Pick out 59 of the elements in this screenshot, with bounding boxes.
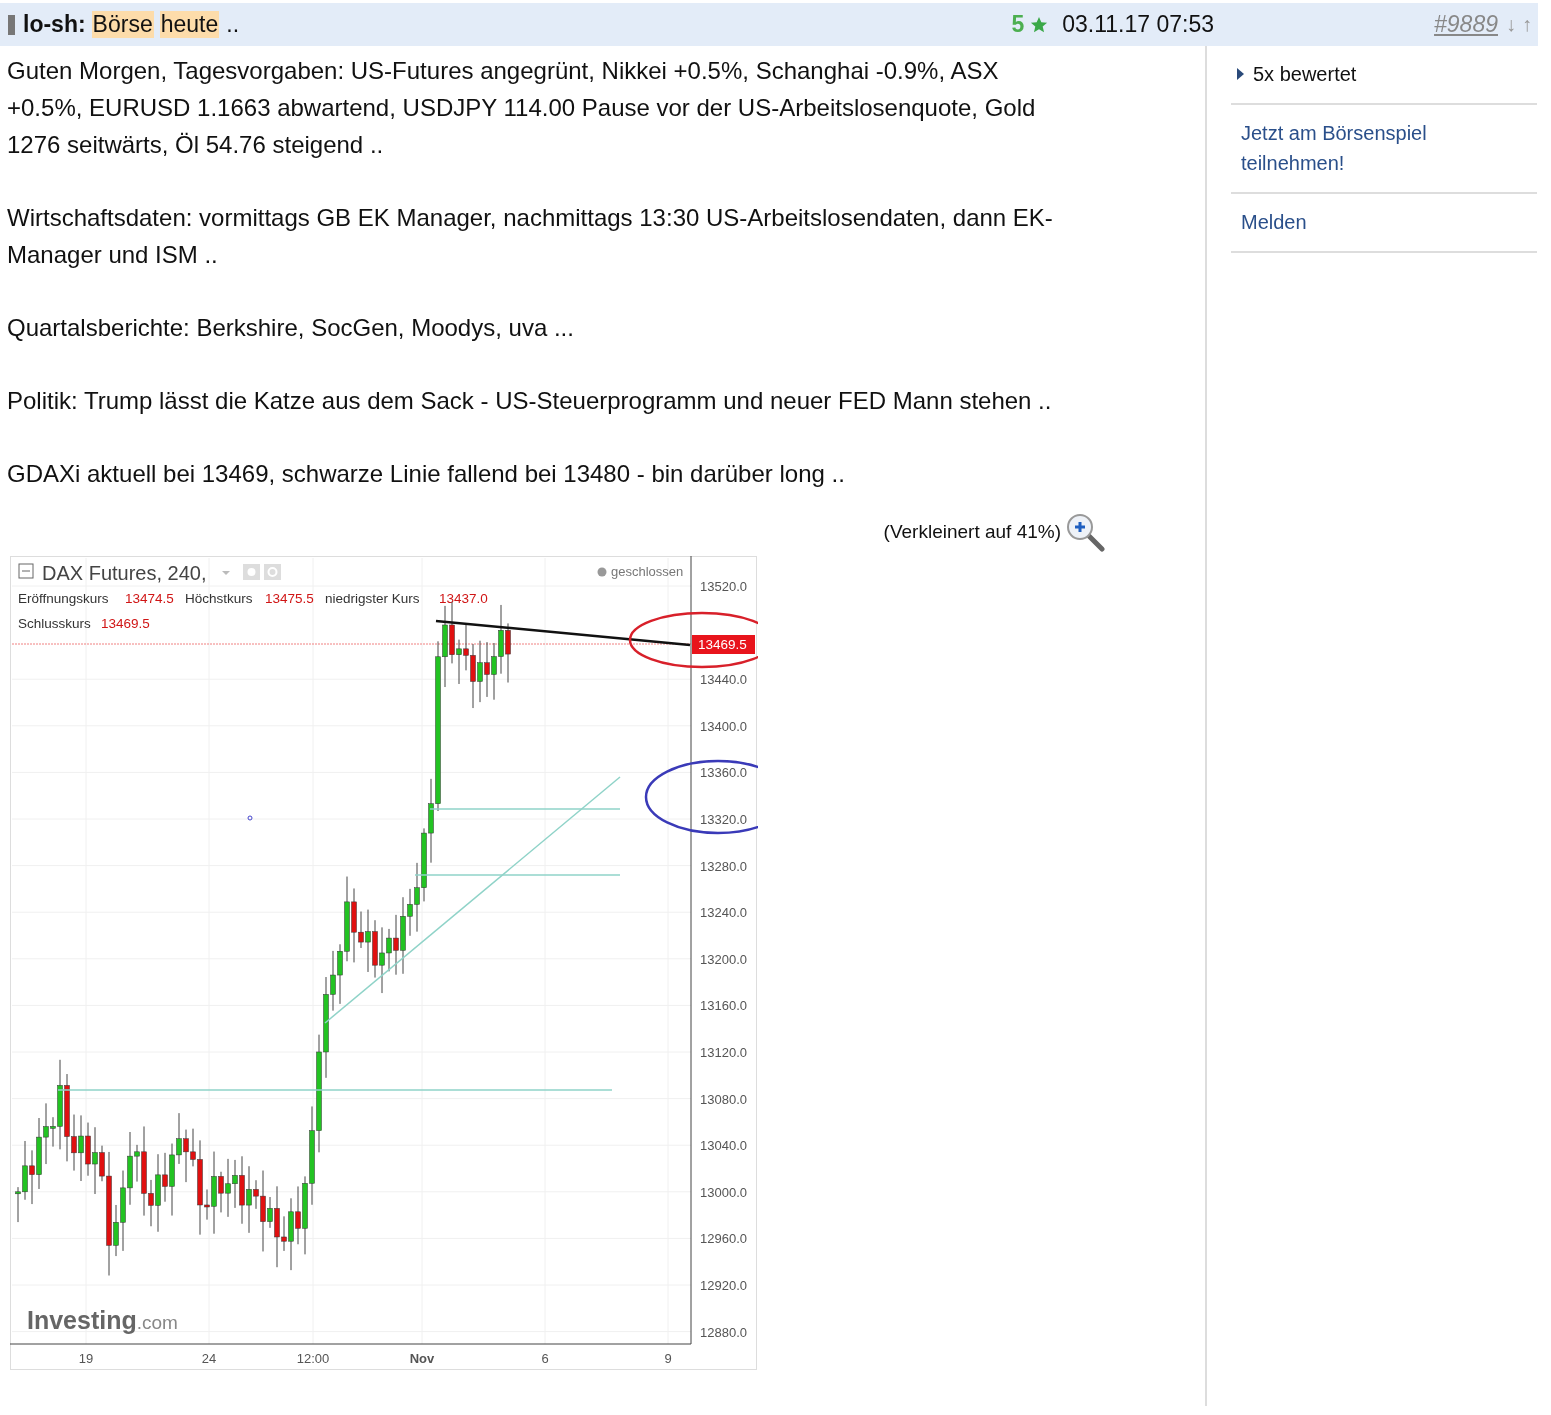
quote-label: Schlusskurs (18, 616, 91, 631)
axis-label: Nov (409, 1351, 435, 1366)
axis-label: 12960.0 (700, 1231, 747, 1247)
sidebar-link[interactable]: Jetzt am Börsenspiel teilnehmen! (1241, 118, 1471, 178)
axis-label: 13040.0 (700, 1138, 747, 1154)
axis-label: 13080.0 (700, 1091, 747, 1107)
title-word: heute (159, 11, 220, 38)
quote-value: 13437.0 (439, 591, 488, 606)
post-paragraph: Politik: Trump lässt die Katze aus dem Sack - US-Steuerprogramm und neuer FED Mann stehen .. (7, 386, 1053, 416)
axis-label: 13240.0 (700, 905, 747, 921)
axis-label: 13160.0 (700, 998, 747, 1014)
axis-label: 19 (78, 1351, 94, 1366)
status-dot-icon (597, 567, 607, 577)
expand-triangle-icon (1237, 68, 1245, 80)
axis-label: 13360.0 (700, 765, 747, 781)
axis-label: 13320.0 (700, 812, 747, 827)
ratings-toggle[interactable]: 5x bewertet (1231, 46, 1537, 105)
image-scale-note: (Verkleinert auf 41%) (883, 521, 1061, 543)
price-tag: 13469.5 (692, 635, 755, 654)
axis-label: 12880.0 (700, 1324, 747, 1340)
axis-label: 13200.0 (700, 951, 747, 967)
timestamp: 03.11.17 07:53 (1062, 11, 1215, 38)
post-paragraph: Wirtschaftsdaten: vormittags GB EK Manager, nachmittags 13:30 US-Arbeitslosendaten, dann EK-Manager und ISM .. (7, 203, 1054, 270)
quote-label: niedrigster Kurs (325, 591, 420, 606)
post-paragraph: Guten Morgen, Tagesvorgaben: US-Futures angegrünt, Nikkei +0.5%, Schanghai -0.9%, ASX +0.5%, EURUSD 1.1663 abwartend, USDJPY 114.00 Pause vor der US-Arbeitslosenquote, Gold 1276 seitwärts, Öl 54.76 steigend .. (7, 56, 1037, 160)
chart-title: DAX Futures, 240, (42, 562, 207, 584)
investing-logo: Investing.com (27, 1306, 178, 1334)
quote-label: Höchstkurs (185, 591, 253, 606)
post-paragraph: Quartalsberichte: Berkshire, SocGen, Moodys, uva ... (7, 313, 575, 343)
sidebar-link[interactable]: Melden (1241, 207, 1471, 237)
post-paragraph: GDAXi aktuell bei 13469, schwarze Linie fallend bei 13480 - bin darüber long .. (7, 459, 846, 489)
gear-icon[interactable] (264, 564, 281, 580)
axis-label: 13000.0 (700, 1184, 747, 1200)
axis-label: 13440.0 (700, 672, 747, 688)
axis-label: 12:00 (296, 1351, 330, 1366)
star-icon[interactable] (1030, 15, 1049, 34)
quote-label: Eröffnungskurs (18, 591, 109, 606)
axis-label: 24 (201, 1351, 217, 1366)
dropdown-caret-icon[interactable] (222, 571, 230, 575)
axis-label: 13280.0 (700, 858, 747, 874)
title-word: Börse (91, 11, 154, 38)
point-marker (247, 815, 253, 821)
axis-label: 13120.0 (700, 1045, 747, 1060)
axis-label: 13400.0 (700, 718, 747, 734)
quote-value: 13469.5 (101, 616, 150, 631)
collapse-icon[interactable] (18, 563, 34, 579)
market-status: geschlossen (611, 564, 684, 579)
rating-count: 5 (1011, 11, 1025, 38)
zoom-in-icon[interactable] (1065, 512, 1107, 552)
author-name: lo-sh: (23, 11, 86, 38)
quote-value: 13474.5 (125, 591, 174, 606)
quote-value: 13475.5 (265, 591, 314, 606)
title-word: .. (225, 11, 241, 38)
axis-label: 9 (664, 1351, 672, 1366)
axis-label: 6 (541, 1351, 549, 1366)
axis-label: 13520.0 (700, 579, 747, 594)
axis-label: 12920.0 (700, 1278, 747, 1293)
eye-icon[interactable] (243, 564, 260, 580)
marker-icon (8, 14, 15, 35)
